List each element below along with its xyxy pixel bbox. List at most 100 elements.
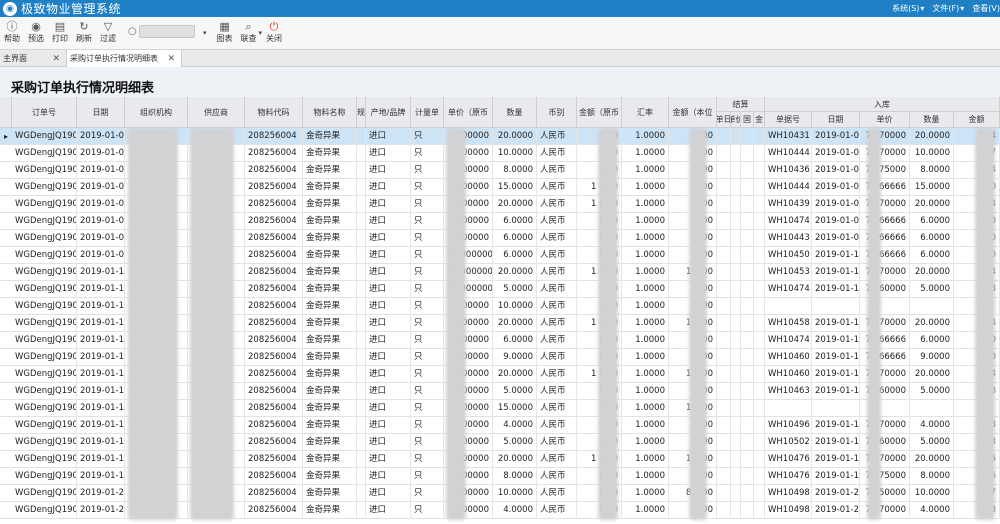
table-cell: 2019-01-1 [77,383,125,400]
col-in-qty-header[interactable]: 数量 [910,112,954,128]
table-cell [754,162,765,179]
chart-button[interactable]: ▦ 图表 [213,20,237,44]
print-button[interactable]: ▤ 打印 [48,20,72,44]
col-rate-header[interactable]: 汇率 [622,97,669,128]
table-cell: 2019-01-0 [77,196,125,213]
table-cell: 进口 [366,145,411,162]
table-cell [717,451,731,468]
table-cell: 金奇异果 [303,247,357,264]
menu-system[interactable]: 系统(S) [892,3,919,14]
table-cell: WH10498 [765,502,812,519]
linked-query-button[interactable]: ⌕ 联查 [237,20,261,44]
table-cell [741,349,754,366]
table-cell: 金奇异果 [303,315,357,332]
col-bill-no-header[interactable]: 单据号 [765,112,812,128]
refresh-button[interactable]: ↻ 刷新 [72,20,96,44]
col-order-no-header[interactable]: 订单号 [12,97,77,128]
col-in-amount-header[interactable]: 金额 [954,112,1000,128]
tab-report[interactable]: 采购订单执行情况明细表 ✕ [67,50,182,67]
search-input[interactable] [138,25,195,38]
table-cell: 进口 [366,434,411,451]
table-cell: 1.0000 [622,196,669,213]
col-currency-header[interactable]: 币别 [537,97,577,128]
tab-main[interactable]: 主界面 ✕ [0,50,67,67]
table-cell: 2019-01-1 [77,417,125,434]
table-cell: 进口 [366,281,411,298]
table-cell [741,366,754,383]
col-material-code-header[interactable]: 物料代码 [245,97,303,128]
table-cell [741,485,754,502]
table-cell: 金奇异果 [303,468,357,485]
table-cell [731,417,741,434]
preview-button[interactable]: ◉ 预选 [24,20,48,44]
col-settle-date-header[interactable]: 单日 [717,112,731,128]
table-cell: 4.0000 [493,417,537,434]
help-button[interactable]: ⓘ 帮助 [0,20,24,44]
table-cell: 208256004 [245,145,303,162]
table-cell: 只 [411,417,444,434]
table-cell [357,179,366,196]
redacted-region [689,128,707,520]
table-cell: WH10458 [765,315,812,332]
table-cell: 人民币 [537,264,577,281]
table-cell [717,434,731,451]
table-cell: 1.0000 [622,485,669,502]
col-spec-header[interactable]: 规 [357,97,366,128]
table-cell [357,417,366,434]
table-cell [731,468,741,485]
menu-file[interactable]: 文件(F) [932,3,959,14]
table-cell: WGDengJQ190 [12,264,77,281]
table-cell: 1.0000 [622,247,669,264]
col-settle-amount-header[interactable]: 金 [754,112,765,128]
col-in-date-header[interactable]: 日期 [812,112,860,128]
table-cell: 2019-01-1 [812,349,860,366]
table-cell: 208256004 [245,264,303,281]
col-qty-header[interactable]: 数量 [493,97,537,128]
table-cell [731,485,741,502]
search-box[interactable]: ○ [128,24,200,39]
col-settle-price-header[interactable]: 单价 [731,112,741,128]
help-label: 帮助 [4,34,20,43]
table-cell [717,468,731,485]
menu-view[interactable]: 查看(V) [972,3,1000,14]
close-icon[interactable]: ✕ [167,54,175,64]
col-amount-base-header[interactable]: 金额（本位 [669,97,717,128]
table-cell: 2019-01-1 [812,332,860,349]
col-origin-brand-header[interactable]: 产地/品牌 [366,97,411,128]
table-cell: 6.0000 [910,213,954,230]
table-cell: WGDengJQ190 [12,247,77,264]
table-cell: 15.0000 [493,179,537,196]
toolbar: ⓘ 帮助 ◉ 预选 ▤ 打印 ↻ 刷新 ▽ 过滤 ○ ▾ ▦ 图表 ⌕ 联查 ▾ ⏻ 关闭 [0,17,1000,50]
filter-button[interactable]: ▽ 过滤 [96,20,120,44]
table-cell: 5.0000 [493,383,537,400]
redacted-region [446,128,466,520]
col-settle-country-header[interactable]: 国 [741,112,754,128]
col-date-header[interactable]: 日期 [77,97,125,128]
chart-icon: ▦ [219,20,230,33]
table-cell [741,145,754,162]
table-cell [812,298,860,315]
col-unit-header[interactable]: 计量单 [411,97,444,128]
table-cell [357,434,366,451]
col-org-header[interactable]: 组织机构 [125,97,188,128]
col-supplier-header[interactable]: 供应商 [188,97,245,128]
table-cell [731,400,741,417]
col-price-orig-header[interactable]: 单价（原币 [444,97,493,128]
table-cell: 2019-01-0 [77,230,125,247]
close-icon[interactable]: ✕ [52,54,60,64]
table-cell [754,349,765,366]
instock-group-header: 入库 [765,97,1000,112]
table-cell: 金奇异果 [303,145,357,162]
col-material-name-header[interactable]: 物料名称 [303,97,357,128]
table-cell [717,383,731,400]
table-cell [357,400,366,417]
search-dropdown-icon[interactable]: ▾ [203,29,207,37]
col-in-price-header[interactable]: 单价 [860,112,910,128]
table-cell: 2019-01-1 [812,451,860,468]
col-amount-orig-header[interactable]: 金额（原币 [577,97,622,128]
report-grid[interactable]: 订单号 日期 组织机构 供应商 物料代码 物料名称规产地/品牌 计量单 单价（原币 数量 币别 金额… [0,97,1000,524]
table-cell: 208256004 [245,400,303,417]
table-cell [357,196,366,213]
table-cell: 只 [411,298,444,315]
close-button[interactable]: ⏻ 关闭 [262,20,286,44]
